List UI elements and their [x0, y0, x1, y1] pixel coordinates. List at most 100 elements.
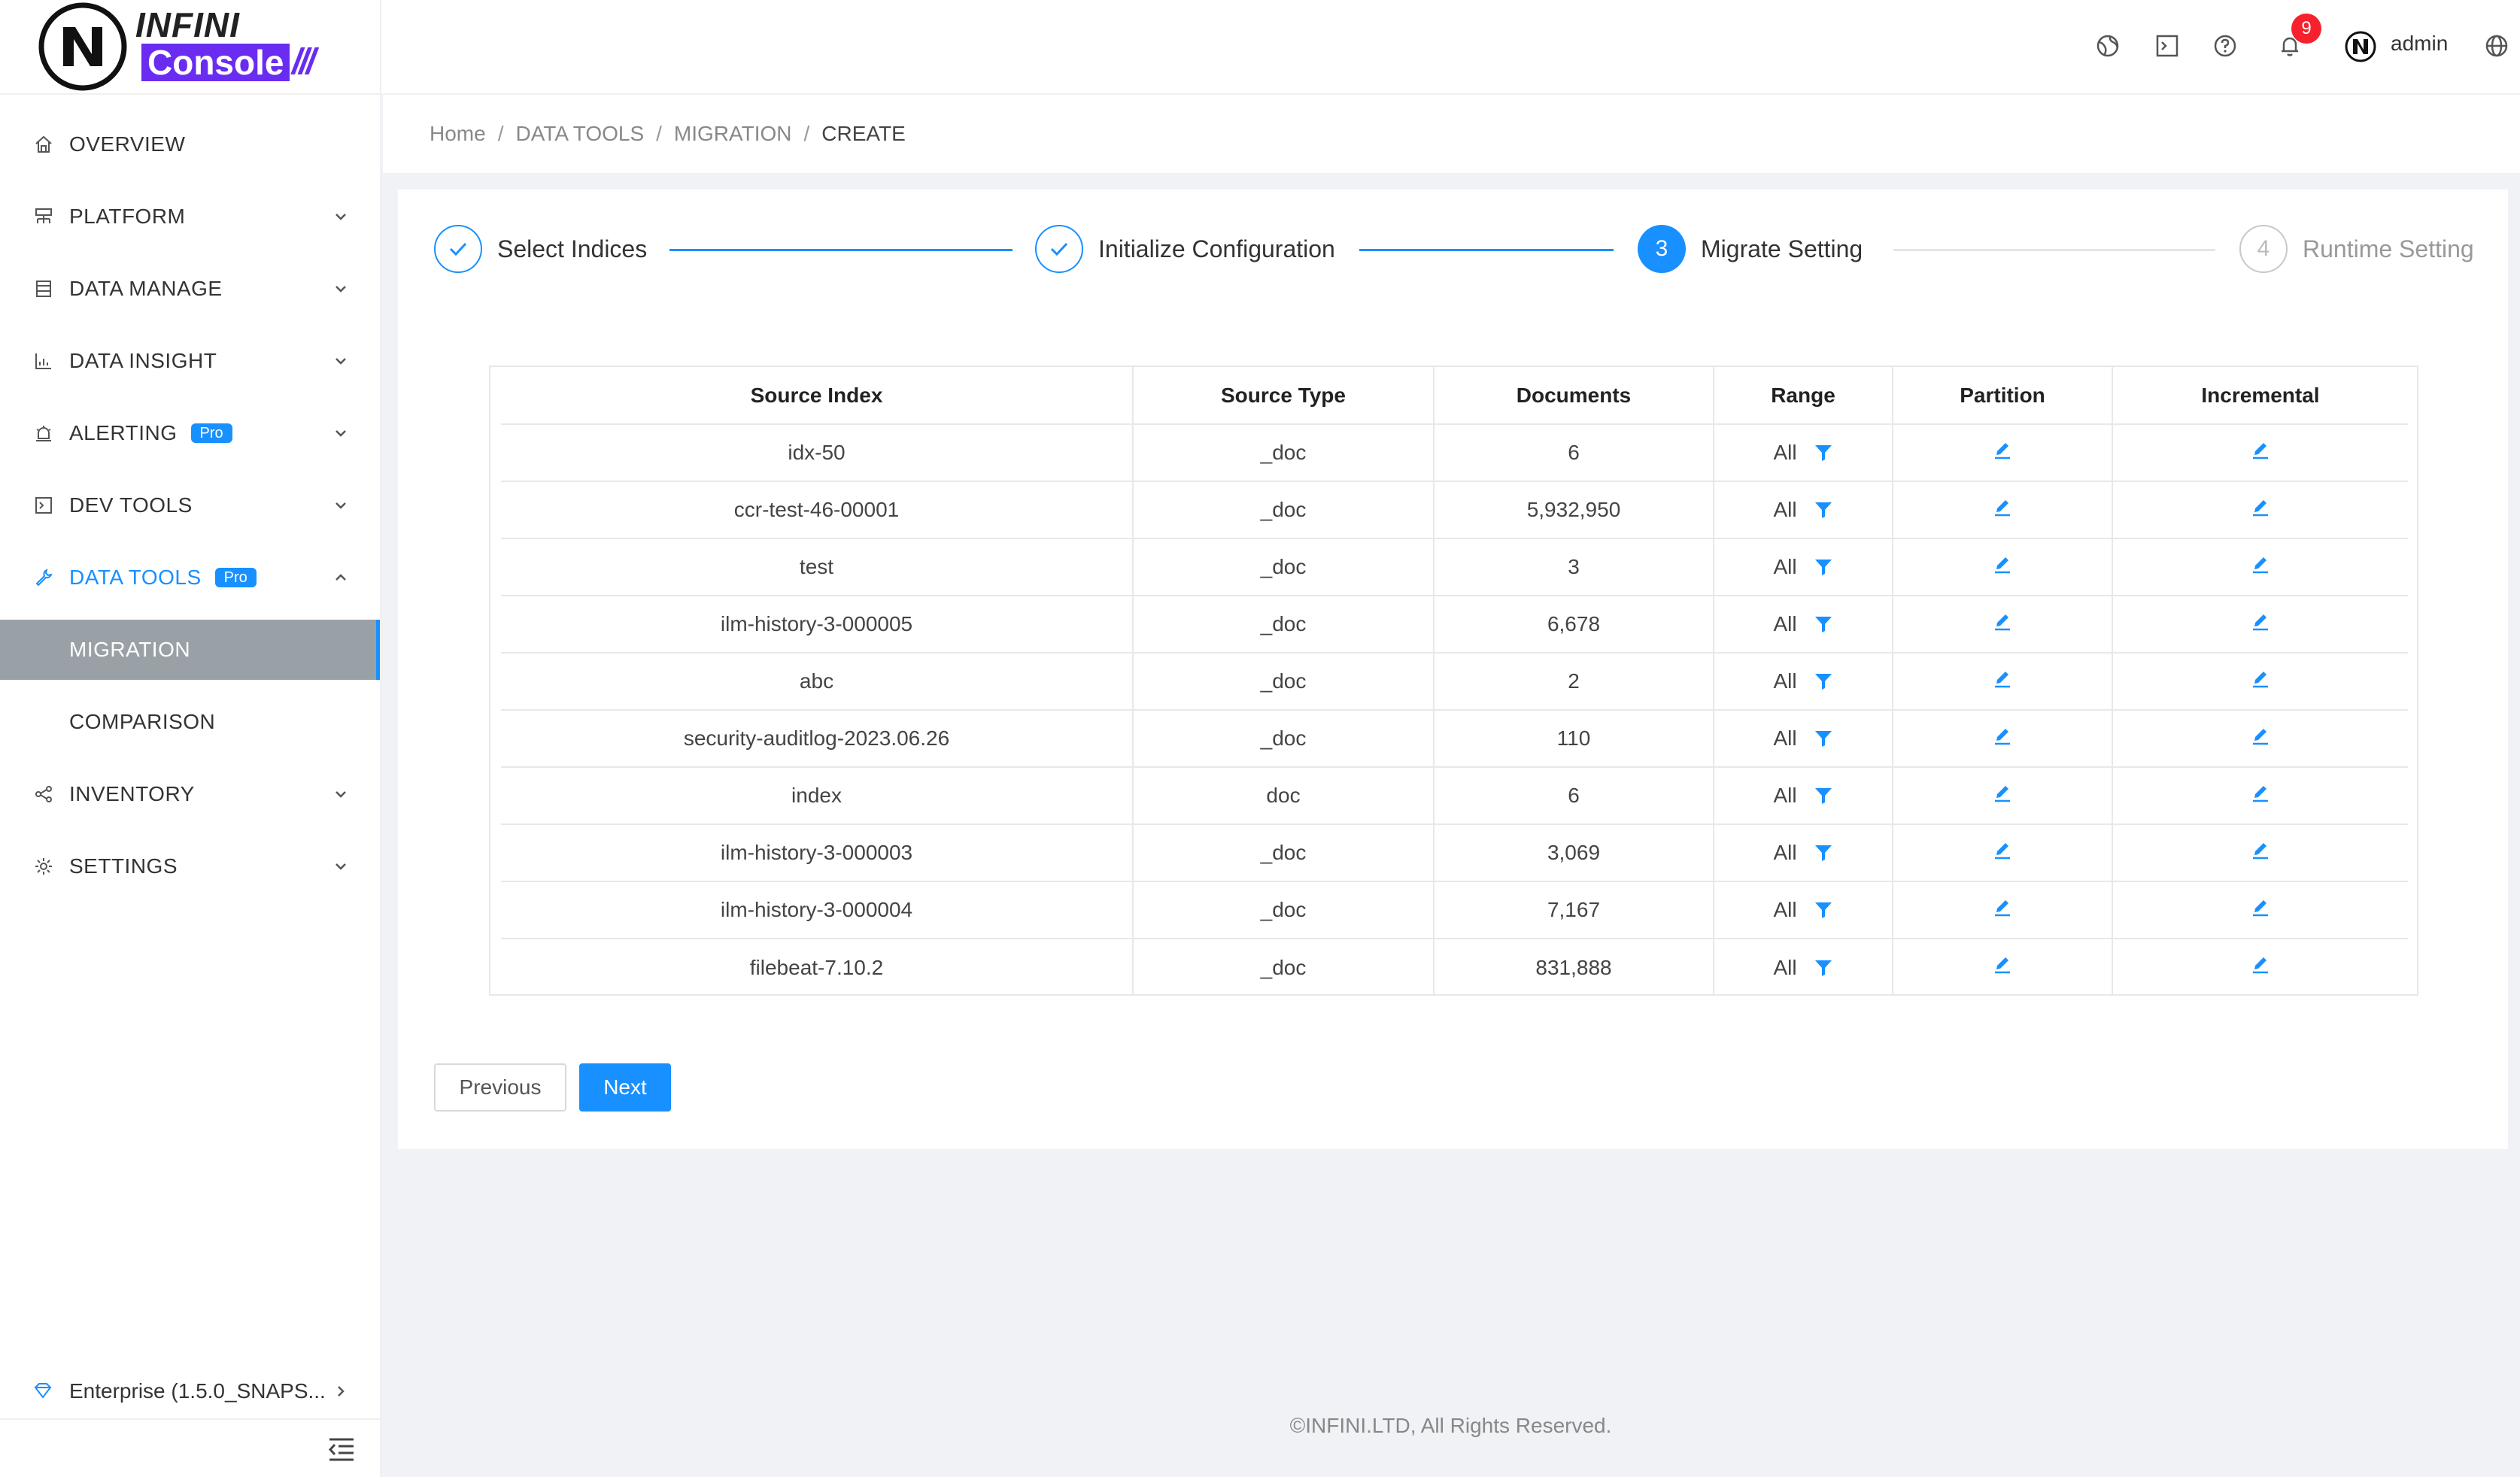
chevron-down-icon	[335, 791, 346, 798]
sidebar-item-label: DATA TOOLS	[69, 566, 202, 589]
filter-icon[interactable]	[1814, 843, 1833, 863]
sidebar-item-data-insight[interactable]: DATA INSIGHT	[0, 331, 380, 391]
incremental-cell	[2112, 653, 2408, 711]
footer-copyright: ©INFINI.LTD, All Rights Reserved.	[1289, 1414, 1612, 1437]
incremental-cell	[2112, 710, 2408, 768]
filter-icon[interactable]	[1814, 557, 1833, 577]
documents-cell: 3,069	[1433, 824, 1714, 882]
sidebar-item-overview[interactable]: OVERVIEW	[0, 114, 380, 174]
documents-cell: 5,932,950	[1433, 481, 1714, 539]
step-connector	[669, 249, 1013, 251]
source-type-cell: _doc	[1132, 939, 1434, 996]
range-value: All	[1773, 498, 1797, 521]
username[interactable]: admin	[2391, 32, 2448, 56]
chevron-down-icon	[335, 214, 346, 220]
edit-icon[interactable]	[2250, 611, 2271, 632]
edit-icon[interactable]	[1992, 783, 2013, 804]
logo-text-infini: INFINI	[135, 5, 240, 44]
pro-badge: Pro	[214, 568, 257, 587]
filter-icon[interactable]	[1814, 900, 1833, 920]
sidebar-divider	[0, 93, 381, 95]
edit-icon[interactable]	[2250, 726, 2271, 747]
breadcrumb-data-tools[interactable]: DATA TOOLS	[515, 122, 644, 146]
edit-icon[interactable]	[1992, 840, 2013, 861]
edit-icon[interactable]	[1992, 497, 2013, 518]
edit-icon[interactable]	[1992, 440, 2013, 461]
partition-cell	[1892, 710, 2112, 768]
edit-icon[interactable]	[2250, 554, 2271, 575]
breadcrumb-current: CREATE	[821, 122, 906, 145]
incremental-cell	[2112, 881, 2408, 939]
sidebar-item-inventory[interactable]: INVENTORY	[0, 764, 380, 824]
edit-icon[interactable]	[2250, 669, 2271, 690]
sidebar-item-label: DATA INSIGHT	[69, 349, 217, 372]
step-runtime-setting: 4 Runtime Setting	[2239, 224, 2474, 274]
source-index-cell: index	[501, 767, 1133, 825]
check-icon	[434, 225, 482, 273]
source-index-cell: security-auditlog-2023.06.26	[501, 710, 1133, 768]
column-header: Documents	[1433, 367, 1714, 425]
edit-icon[interactable]	[2250, 783, 2271, 804]
source-index-cell: ilm-history-3-000005	[501, 596, 1133, 654]
filter-icon[interactable]	[1814, 614, 1833, 634]
cluster-icon[interactable]	[2095, 33, 2121, 59]
partition-cell	[1892, 653, 2112, 711]
column-header: Source Index	[501, 367, 1133, 425]
table-row: ilm-history-3-000004 _doc 7,167 All	[501, 881, 2408, 939]
step-initialize-configuration: Initialize Configuration	[1035, 224, 1335, 274]
table-row: ilm-history-3-000003 _doc 3,069 All	[501, 824, 2408, 882]
sidebar-item-settings[interactable]: SETTINGS	[0, 836, 380, 896]
help-icon[interactable]	[2212, 33, 2238, 59]
next-button[interactable]: Next	[579, 1063, 671, 1112]
sidebar-item-label: SETTINGS	[69, 854, 178, 878]
app-logo[interactable]: INFINI Console ///	[38, 0, 339, 93]
filter-icon[interactable]	[1814, 958, 1833, 978]
breadcrumb-migration[interactable]: MIGRATION	[674, 122, 792, 146]
source-type-cell: _doc	[1132, 653, 1434, 711]
console-icon[interactable]	[2154, 33, 2180, 59]
globe-icon[interactable]	[2484, 33, 2509, 59]
sidebar-item-comparison[interactable]: COMPARISON	[0, 692, 380, 752]
edit-icon[interactable]	[2250, 497, 2271, 518]
previous-button[interactable]: Previous	[434, 1063, 566, 1112]
source-type-cell: _doc	[1132, 481, 1434, 539]
documents-cell: 831,888	[1433, 939, 1714, 996]
table-row: abc _doc 2 All	[501, 653, 2408, 711]
filter-icon[interactable]	[1814, 672, 1833, 691]
breadcrumb-home[interactable]: Home	[430, 122, 486, 146]
chevron-down-icon	[335, 286, 346, 293]
edit-icon[interactable]	[1992, 726, 2013, 747]
edit-icon[interactable]	[2250, 954, 2271, 975]
documents-cell: 3	[1433, 538, 1714, 596]
edit-icon[interactable]	[1992, 554, 2013, 575]
edit-icon[interactable]	[2250, 897, 2271, 918]
avatar[interactable]	[2344, 30, 2377, 63]
diamond-icon	[33, 1381, 54, 1402]
table-header-row: Source Index Source Type Documents Range…	[501, 367, 2408, 425]
edit-icon[interactable]	[1992, 669, 2013, 690]
sidebar-item-data-tools[interactable]: DATA TOOLS Pro	[0, 547, 380, 608]
edit-icon[interactable]	[2250, 440, 2271, 461]
edit-icon[interactable]	[1992, 611, 2013, 632]
partition-cell	[1892, 881, 2112, 939]
table-row: index doc 6 All	[501, 767, 2408, 825]
filter-icon[interactable]	[1814, 786, 1833, 805]
sidebar-item-alerting[interactable]: ALERTING Pro	[0, 403, 380, 463]
filter-icon[interactable]	[1814, 729, 1833, 748]
sidebar-item-dev-tools[interactable]: DEV TOOLS	[0, 475, 380, 535]
sidebar-item-platform[interactable]: PLATFORM	[0, 187, 380, 247]
sidebar-item-migration[interactable]: MIGRATION	[0, 620, 380, 680]
sidebar-item-data-manage[interactable]: DATA MANAGE	[0, 259, 380, 319]
edit-icon[interactable]	[1992, 954, 2013, 975]
edit-icon[interactable]	[2250, 840, 2271, 861]
step-connector	[1359, 249, 1614, 251]
incremental-cell	[2112, 767, 2408, 825]
edit-icon[interactable]	[1992, 897, 2013, 918]
range-cell: All	[1713, 824, 1893, 882]
collapse-menu-icon[interactable]	[326, 1436, 357, 1463]
step-connector	[1893, 249, 2215, 251]
filter-icon[interactable]	[1814, 443, 1833, 463]
enterprise-version[interactable]: Enterprise (1.5.0_SNAPS...	[0, 1361, 380, 1421]
range-cell: All	[1713, 424, 1893, 482]
filter-icon[interactable]	[1814, 500, 1833, 520]
